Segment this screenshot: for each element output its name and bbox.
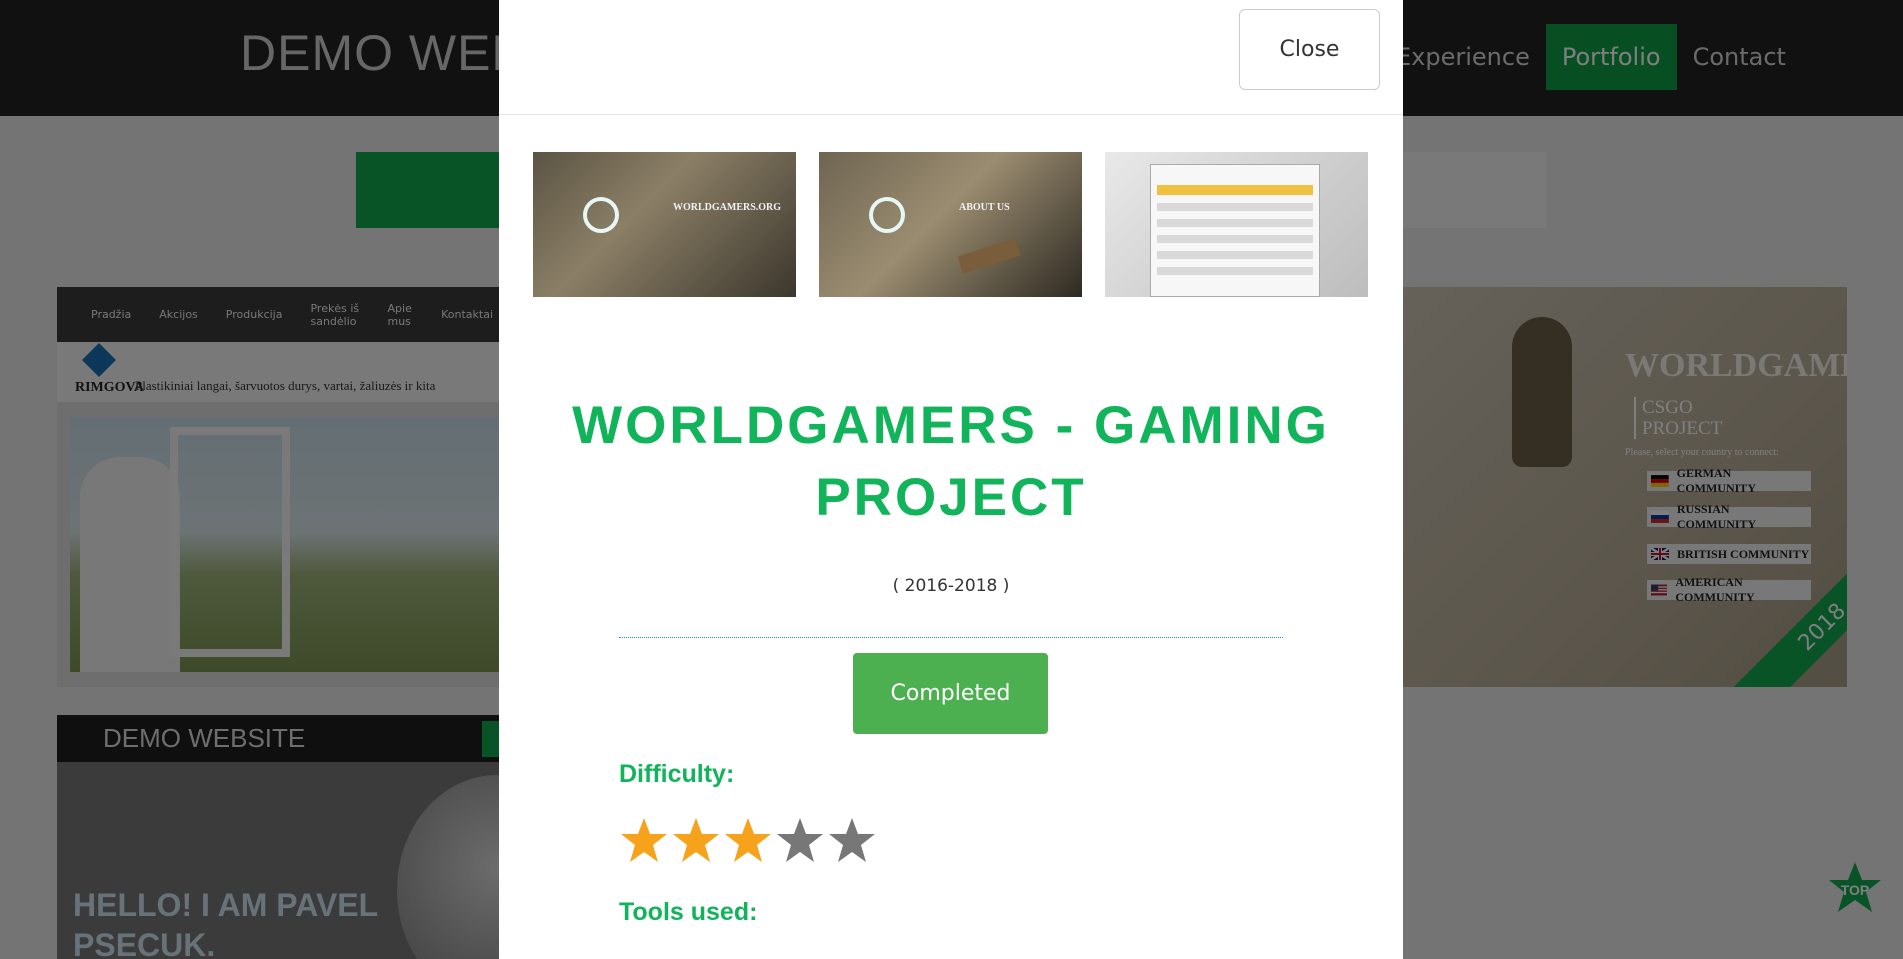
star-empty-icon (777, 818, 823, 862)
project-title: WORLDGAMERS - GAMING PROJECT (572, 396, 1330, 527)
difficulty-label: Difficulty: (619, 760, 735, 788)
weapon-shape (957, 238, 1021, 274)
worldgamers-logo-icon (583, 197, 619, 233)
project-years: ( 2016-2018 ) (892, 576, 1010, 596)
section-divider (619, 637, 1283, 638)
modal-header: Close (499, 0, 1403, 115)
worldgamers-logo-icon (869, 197, 905, 233)
thumb-caption: ABOUT US (959, 202, 1010, 213)
status-badge: Completed (853, 653, 1048, 734)
difficulty-rating (619, 816, 877, 866)
screenshot-gallery: WORLDGAMERS.ORG ABOUT US (533, 152, 1369, 297)
forum-notice-strip (1157, 185, 1313, 195)
star-filled-icon (621, 818, 667, 862)
forum-row (1157, 267, 1313, 275)
forum-row (1157, 203, 1313, 211)
thumb-caption: WORLDGAMERS.ORG (673, 202, 782, 213)
project-modal: Close WORLDGAMERS.ORG ABOUT US WORLDGAME… (499, 0, 1403, 959)
forum-row (1157, 219, 1313, 227)
forum-row (1157, 251, 1313, 259)
star-filled-icon (673, 818, 719, 862)
tools-label: Tools used: (619, 898, 758, 926)
star-filled-icon (725, 818, 771, 862)
worldgamers-about-thumb[interactable]: ABOUT US (819, 152, 1082, 297)
star-empty-icon (829, 818, 875, 862)
worldgamers-forum-thumb[interactable] (1105, 152, 1368, 297)
worldgamers-home-thumb[interactable]: WORLDGAMERS.ORG (533, 152, 796, 297)
forum-screenshot (1150, 164, 1320, 297)
close-button[interactable]: Close (1239, 9, 1380, 90)
forum-row (1157, 235, 1313, 243)
